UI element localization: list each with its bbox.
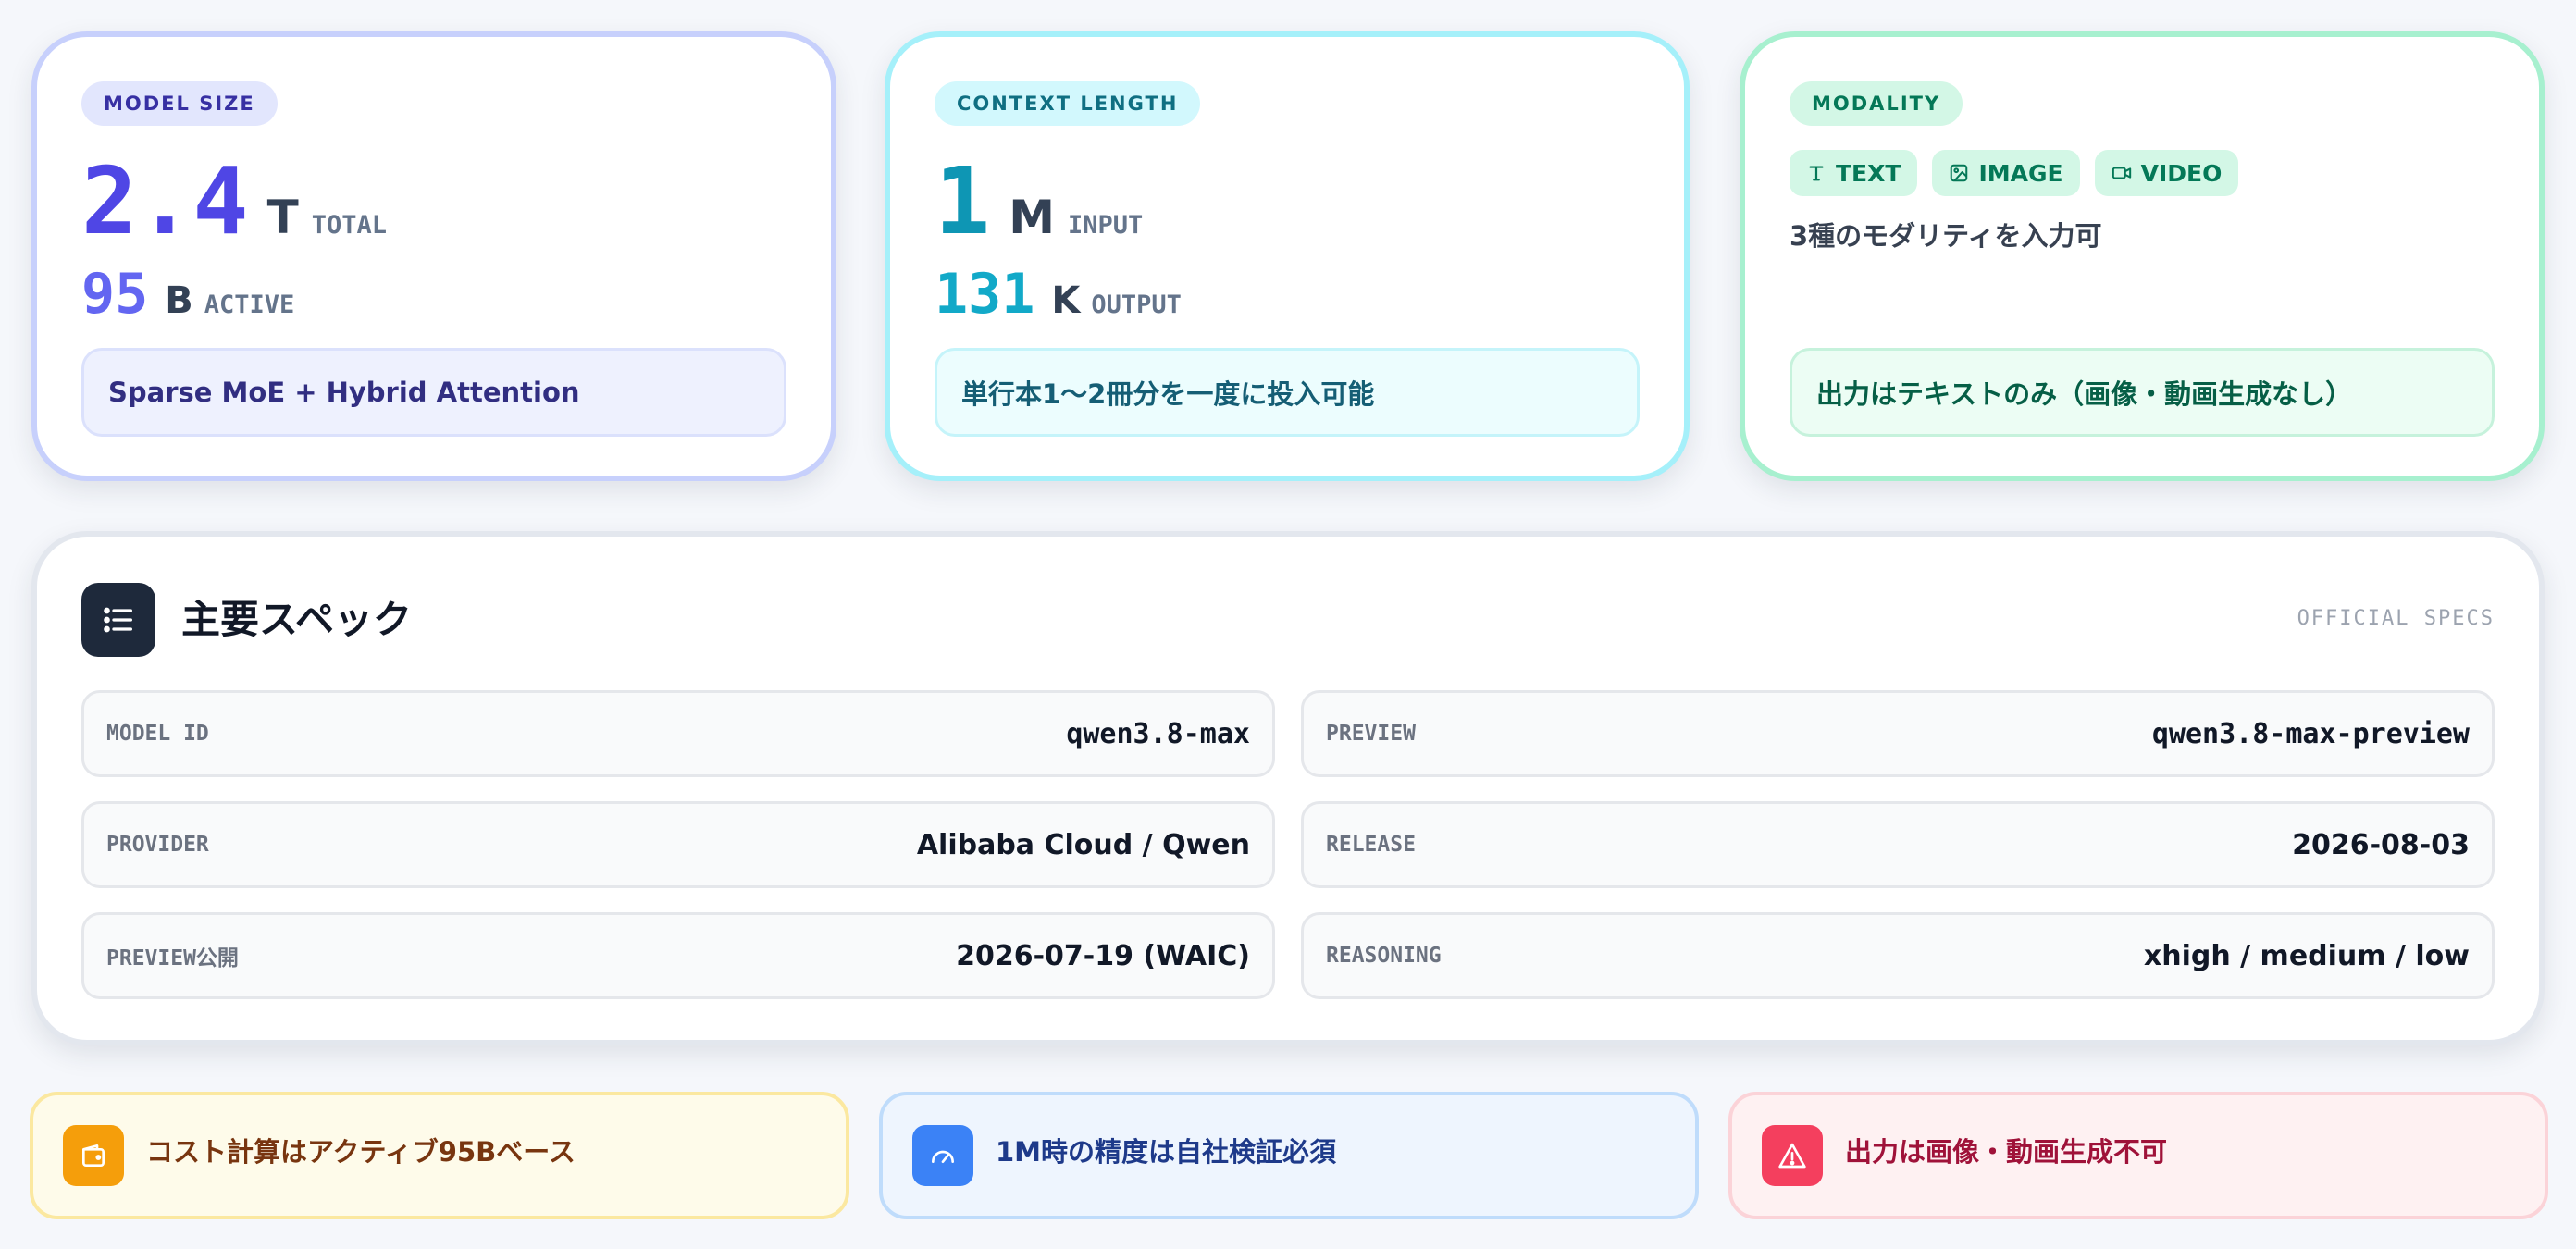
summary-cards: MODEL SIZE 2.4 T TOTAL 95 B ACTIVE Spars… [31,31,2545,481]
spec-value: qwen3.8-max-preview [2151,717,2470,750]
modality-chip-image: IMAGE [1932,150,2080,196]
spec-value: qwen3.8-max [1066,717,1250,750]
input-context-unit: M [1009,191,1055,244]
spec-value: xhigh / medium / low [2143,939,2470,972]
spec-title: 主要スペック [181,597,413,642]
spec-value: 2026-08-03 [2292,828,2470,861]
active-params: 95 B ACTIVE [81,257,294,331]
modality-chip-video: VIDEO [2094,150,2239,196]
modality-card: MODALITY TEXT IMAGE VIDEO 3種のモダリティを入力可 出… [1740,31,2545,481]
text-icon [1809,166,1824,181]
wallet-icon [82,1144,105,1167]
output-context-unit: K [1051,279,1081,322]
active-params-label: ACTIVE [204,291,295,319]
model-size-badge: MODEL SIZE [81,81,278,126]
context-length-badge: CONTEXT LENGTH [935,81,1201,126]
notice-cost: コスト計算はアクティブ95Bベース [30,1092,849,1219]
active-params-unit: B [165,279,193,322]
notice-accuracy: 1M時の精度は自社検証必須 [879,1092,1699,1219]
spec-value: 2026-07-19 (WAIC) [956,939,1250,972]
gauge-icon [932,1150,954,1163]
video-icon [2112,167,2131,179]
spec-key: RELEASE [1326,833,1416,857]
context-length-card: CONTEXT LENGTH 1 M INPUT 131 K OUTPUT 単行… [885,31,1690,481]
input-context-value: 1 [935,147,991,255]
spec-key: PROVIDER [106,833,209,857]
notice-output-text: 出力は画像・動画生成不可 [1845,1136,2168,1168]
output-context-label: OUTPUT [1091,291,1182,319]
total-params-label: TOTAL [311,211,388,240]
spec-key: REASONING [1326,944,1442,968]
total-params: 2.4 T TOTAL [81,150,387,254]
notice-accuracy-text: 1M時の精度は自社検証必須 [996,1136,1337,1168]
notices: コスト計算はアクティブ95Bベース 1M時の精度は自社検証必須 出力は画像・動画… [30,1092,2548,1219]
modality-description: 3種のモダリティを入力可 [1790,220,2102,252]
spec-key: PREVIEW [1326,722,1416,746]
input-context-label: INPUT [1067,211,1144,240]
spec-row-model-id: MODEL ID qwen3.8-max [81,690,1275,777]
modality-chip-text: TEXT [1790,150,1918,196]
context-length-note: 単行本1〜2冊分を一度に投入可能 [935,348,1640,437]
modality-note: 出力はテキストのみ（画像・動画生成なし） [1790,348,2495,437]
spec-row-preview: PREVIEW qwen3.8-max-preview [1301,690,2495,777]
spec-row-release: RELEASE 2026-08-03 [1301,801,2495,888]
modality-chip-video-label: VIDEO [2140,159,2223,187]
warning-icon [1778,1143,1806,1169]
notice-cost-text: コスト計算はアクティブ95Bベース [146,1136,576,1168]
list-icon [104,607,132,633]
spec-tag: OFFICIAL SPECS [2297,607,2495,630]
spec-row-preview-public: PREVIEW公開 2026-07-19 (WAIC) [81,912,1275,999]
modality-chip-image-label: IMAGE [1978,159,2063,187]
model-size-card: MODEL SIZE 2.4 T TOTAL 95 B ACTIVE Spars… [31,31,836,481]
output-context: 131 K OUTPUT [935,257,1182,331]
output-context-value: 131 [935,262,1035,327]
model-size-note: Sparse MoE + Hybrid Attention [81,348,786,437]
notice-cost-icon-box [63,1125,124,1186]
spec-header-icon-box [81,583,155,657]
spec-key: PREVIEW公開 [106,946,239,971]
total-params-value: 2.4 [81,147,249,255]
spec-key: MODEL ID [106,722,209,746]
notice-accuracy-icon-box [912,1125,973,1186]
spec-row-reasoning: REASONING xhigh / medium / low [1301,912,2495,999]
modality-chip-text-label: TEXT [1836,159,1901,187]
active-params-value: 95 [81,262,149,327]
notice-output-icon-box [1762,1125,1823,1186]
modality-badge: MODALITY [1790,81,1963,126]
spec-grid: MODEL ID qwen3.8-max PREVIEW qwen3.8-max… [81,690,2495,999]
modality-chips: TEXT IMAGE VIDEO [1790,150,2239,196]
image-icon [1951,164,1968,182]
total-params-unit: T [266,191,299,244]
notice-output: 出力は画像・動画生成不可 [1728,1092,2548,1219]
spec-panel: 主要スペック OFFICIAL SPECS MODEL ID qwen3.8-m… [31,531,2545,1045]
spec-value: Alibaba Cloud / Qwen [916,828,1250,861]
input-context: 1 M INPUT [935,150,1143,254]
spec-row-provider: PROVIDER Alibaba Cloud / Qwen [81,801,1275,888]
